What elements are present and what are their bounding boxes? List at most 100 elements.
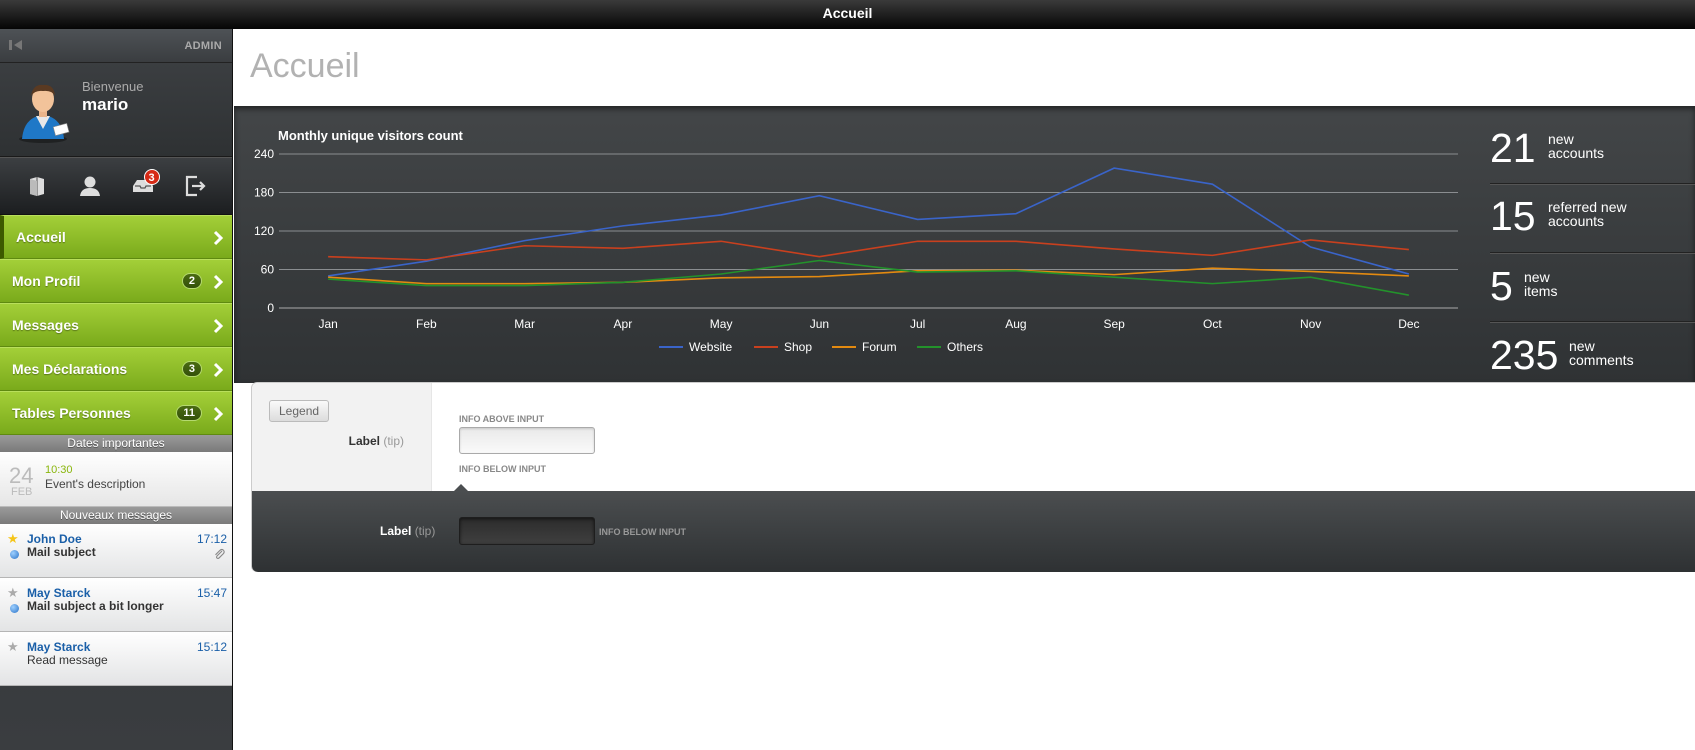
message-item[interactable]: ★ John Doe 17:12 Mail subject: [0, 524, 232, 578]
collapse-sidebar-icon[interactable]: [8, 38, 26, 52]
nav-item-mes-declarations[interactable]: Mes Déclarations 3: [0, 347, 232, 391]
stat-value: 21: [1490, 125, 1536, 171]
nav-item-count: 2: [181, 273, 202, 289]
text-input-dark[interactable]: [459, 517, 595, 545]
message-time: 15:47: [196, 586, 227, 600]
legend-label: Website: [689, 340, 732, 354]
dates-section-title: Dates importantes: [0, 435, 232, 452]
message-time: 15:12: [196, 640, 227, 654]
legend-label: Shop: [784, 340, 812, 354]
y-tick-label: 60: [261, 263, 275, 277]
stat-label-line1: new: [1548, 131, 1574, 147]
message-sender: May Starck: [27, 586, 91, 600]
event-time: 10:30: [45, 464, 73, 476]
inbox-badge: 3: [143, 169, 160, 185]
star-icon[interactable]: ★: [7, 531, 19, 547]
nav-item-messages[interactable]: Messages: [0, 303, 232, 347]
message-subject: Mail subject: [27, 545, 96, 559]
stat-label-line2: items: [1524, 283, 1558, 299]
nav-item-mon-profil[interactable]: Mon Profil 2: [0, 259, 232, 303]
field-label: Label (tip): [348, 434, 404, 448]
unread-dot-icon: [10, 550, 19, 559]
legend-label: Others: [947, 340, 983, 354]
x-tick-label: Feb: [416, 317, 437, 331]
nav-item-count: 3: [181, 361, 202, 377]
event-description: Event's description: [45, 477, 146, 491]
nav-item-count: 11: [176, 405, 202, 421]
info-below-input: INFO BELOW INPUT: [599, 527, 686, 537]
sidebar: ADMIN Bienvenue mario 3 Accueil Mon Prof…: [0, 29, 233, 750]
stat-label-line1: referred new: [1548, 199, 1627, 215]
stat-referred-accounts: 15 referred new accounts: [1490, 185, 1695, 253]
paperclip-icon: [213, 548, 225, 563]
stat-new-comments: 235 new comments: [1490, 323, 1695, 391]
x-tick-label: Oct: [1203, 317, 1222, 331]
chevron-right-icon: [213, 274, 224, 290]
nav-item-tables-personnes[interactable]: Tables Personnes 11: [0, 391, 232, 435]
messages-section-title: Nouveaux messages: [0, 507, 232, 524]
book-icon[interactable]: [20, 169, 54, 203]
stat-value: 5: [1490, 263, 1513, 309]
nav-item-label: Mes Déclarations: [12, 361, 128, 377]
stat-new-items: 5 new items: [1490, 254, 1695, 322]
form-row-light: Label (tip) INFO ABOVE INPUT INFO BELOW …: [252, 383, 1695, 491]
logout-icon[interactable]: [179, 169, 213, 203]
message-sender: John Doe: [27, 532, 82, 546]
legend-label: Forum: [862, 340, 897, 354]
chart-title: Monthly unique visitors count: [278, 128, 464, 143]
admin-label[interactable]: ADMIN: [184, 40, 222, 52]
message-time: 17:12: [196, 532, 227, 546]
nav-item-label: Messages: [12, 317, 79, 333]
field-tip: (tip): [383, 434, 404, 448]
stat-value: 15: [1490, 193, 1536, 239]
field-tip: (tip): [414, 524, 436, 538]
welcome-text: Bienvenue: [82, 79, 144, 94]
y-tick-label: 240: [254, 147, 274, 161]
x-tick-label: Apr: [614, 317, 633, 331]
text-input-light[interactable]: [459, 427, 595, 454]
stat-label-line2: accounts: [1548, 213, 1605, 229]
x-tick-label: Dec: [1398, 317, 1419, 331]
form-row-dark: Label (tip) INFO BELOW INPUT: [252, 484, 1695, 572]
window-title: Accueil: [822, 5, 873, 21]
star-icon[interactable]: ★: [7, 585, 19, 601]
message-item[interactable]: ★ May Starck 15:47 Mail subject a bit lo…: [0, 578, 232, 632]
visitors-line-chart: Monthly unique visitors count 0 60 120 180 24…: [254, 128, 1458, 354]
sidebar-header: ADMIN: [0, 29, 232, 63]
form-fieldset: Label (tip) INFO ABOVE INPUT INFO BELOW …: [251, 382, 1695, 572]
x-tick-label: Mar: [514, 317, 535, 331]
y-tick-label: 120: [254, 224, 274, 238]
x-tick-label: Aug: [1005, 317, 1026, 331]
inbox-icon[interactable]: 3: [126, 169, 160, 203]
user-icon[interactable]: [73, 169, 107, 203]
stat-label-line1: new: [1569, 338, 1595, 354]
message-subject: Read message: [27, 653, 108, 667]
stat-label-line2: accounts: [1548, 145, 1605, 161]
window-title-bar: Accueil: [0, 0, 1695, 29]
message-subject: Mail subject a bit longer: [27, 599, 164, 613]
fieldset-legend: Legend: [269, 400, 330, 422]
chevron-right-icon: [213, 318, 224, 334]
nav-item-label: Mon Profil: [12, 273, 81, 289]
main-navigation: Accueil Mon Profil 2 Messages Mes Déclar…: [0, 214, 232, 435]
x-tick-label: Nov: [1300, 317, 1321, 331]
stat-label-line2: comments: [1569, 352, 1634, 368]
username: mario: [82, 95, 129, 114]
message-sender: May Starck: [27, 640, 91, 654]
stat-new-accounts: 21 new accounts: [1490, 116, 1695, 184]
nav-item-label: Tables Personnes: [12, 405, 131, 421]
x-tick-label: Jul: [910, 317, 925, 331]
chevron-right-icon: [213, 406, 224, 422]
sidebar-toolbar: 3: [0, 157, 232, 214]
series-line-others: [328, 259, 1410, 296]
series-line-website: [328, 167, 1410, 277]
message-item[interactable]: ★ May Starck 15:12 Read message: [0, 632, 232, 686]
event-item[interactable]: 24 FEB 10:30 Event's description: [0, 452, 232, 507]
stat-label-line1: new: [1524, 269, 1550, 285]
star-icon[interactable]: ★: [7, 639, 19, 655]
page-title: Accueil: [250, 47, 360, 85]
field-label: Label (tip): [380, 524, 436, 538]
nav-item-accueil[interactable]: Accueil: [0, 215, 232, 259]
row-pointer: [454, 484, 468, 491]
dashboard-panel: Monthly unique visitors count 0 60 120 180 24…: [234, 106, 1695, 383]
